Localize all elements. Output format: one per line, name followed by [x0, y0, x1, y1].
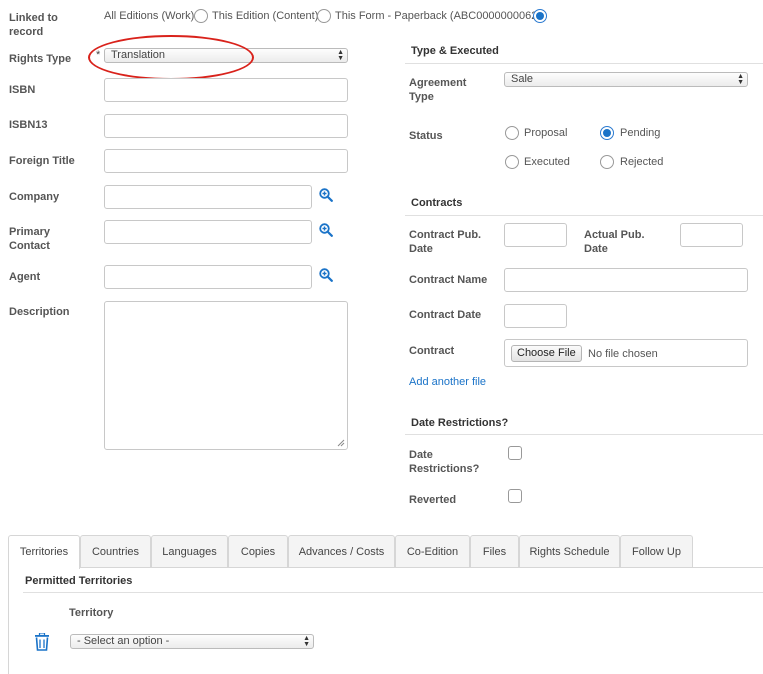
- tab-languages[interactable]: Languages: [151, 535, 228, 568]
- territory-select-value: - Select an option -: [77, 635, 170, 647]
- tab-files[interactable]: Files: [470, 535, 519, 568]
- status-rejected-label: Rejected: [620, 156, 664, 168]
- company-input[interactable]: [104, 185, 312, 209]
- isbn13-input[interactable]: [104, 114, 348, 138]
- rights-type-label: Rights Type: [9, 53, 72, 65]
- description-label: Description: [9, 306, 70, 318]
- select-arrows-icon: ▲ ▼: [303, 635, 310, 648]
- isbn-input[interactable]: [104, 78, 348, 102]
- contract-date-input[interactable]: [504, 304, 567, 328]
- status-executed-label: Executed: [524, 156, 570, 168]
- divider: [405, 215, 763, 216]
- tab-co-edition[interactable]: Co-Edition: [395, 535, 470, 568]
- primary-contact-lookup-icon[interactable]: [319, 223, 333, 237]
- date-restrictions-heading: Date Restrictions?: [411, 417, 509, 429]
- choose-file-button[interactable]: Choose File: [511, 345, 582, 362]
- isbn-label: ISBN: [9, 84, 36, 96]
- agreement-type-select[interactable]: Sale ▲ ▼: [504, 72, 748, 87]
- agreement-type-select-value: Sale: [511, 73, 534, 85]
- linked-option-this-form-radio[interactable]: [533, 9, 547, 23]
- linked-option-this-form-label: This Form - Paperback (ABC0000000062): [335, 10, 542, 22]
- tab-territories[interactable]: Territories: [8, 535, 80, 569]
- contract-pub-date-input[interactable]: [504, 223, 567, 247]
- contract-pub-date-label: Contract Pub. Date: [409, 229, 482, 255]
- status-rejected-radio[interactable]: [600, 155, 614, 169]
- contract-file-input[interactable]: Choose File No file chosen: [504, 339, 748, 367]
- agreement-type-label: Agreement Type: [409, 77, 467, 103]
- no-file-text: No file chosen: [588, 348, 658, 360]
- linked-option-this-edition-radio[interactable]: [317, 9, 331, 23]
- company-label: Company: [9, 191, 60, 203]
- annotation-ellipse: [88, 35, 254, 80]
- linked-option-all-editions-label: All Editions (Work): [104, 10, 195, 22]
- primary-contact-label: Primary Contact: [9, 226, 50, 252]
- date-restrictions-checkbox[interactable]: [508, 446, 522, 460]
- contract-name-input[interactable]: [504, 268, 748, 292]
- divider: [405, 434, 763, 435]
- contract-date-label: Contract Date: [409, 309, 482, 321]
- foreign-title-label: Foreign Title: [9, 155, 75, 167]
- agent-label: Agent: [9, 271, 41, 283]
- reverted-label: Reverted: [409, 494, 457, 506]
- permitted-territories-heading: Permitted Territories: [25, 575, 133, 587]
- date-restrictions-label: Date Restrictions?: [409, 449, 480, 475]
- status-proposal-radio[interactable]: [505, 126, 519, 140]
- reverted-checkbox[interactable]: [508, 489, 522, 503]
- company-lookup-icon[interactable]: [319, 188, 333, 202]
- tab-advances-costs[interactable]: Advances / Costs: [288, 535, 395, 568]
- status-pending-radio[interactable]: [600, 126, 614, 140]
- linked-option-this-edition-label: This Edition (Content): [212, 10, 319, 22]
- primary-contact-input[interactable]: [104, 220, 312, 244]
- tab-copies[interactable]: Copies: [228, 535, 288, 568]
- linked-option-all-editions-radio[interactable]: [194, 9, 208, 23]
- agent-lookup-icon[interactable]: [319, 268, 333, 282]
- select-arrows-icon: ▲ ▼: [737, 73, 744, 86]
- tab-follow-up[interactable]: Follow Up: [620, 535, 693, 568]
- isbn13-label: ISBN13: [9, 119, 48, 131]
- actual-pub-date-label: Actual Pub. Date: [584, 229, 645, 255]
- status-executed-radio[interactable]: [505, 155, 519, 169]
- add-another-file-link[interactable]: Add another file: [409, 376, 486, 388]
- contract-label: Contract: [409, 345, 455, 357]
- status-label: Status: [409, 130, 443, 142]
- agent-input[interactable]: [104, 265, 312, 289]
- status-proposal-label: Proposal: [524, 127, 568, 139]
- divider: [405, 63, 763, 64]
- select-arrows-icon: ▲ ▼: [337, 49, 344, 62]
- trash-icon[interactable]: [34, 633, 50, 651]
- territory-select[interactable]: - Select an option - ▲ ▼: [70, 634, 314, 649]
- linked-to-record-label: Linked to record: [9, 12, 58, 38]
- description-textarea[interactable]: [104, 301, 348, 450]
- divider: [23, 592, 763, 593]
- territory-column-header: Territory: [69, 607, 114, 619]
- type-executed-heading: Type & Executed: [411, 45, 499, 57]
- status-pending-label: Pending: [620, 127, 661, 139]
- actual-pub-date-input[interactable]: [680, 223, 743, 247]
- tab-countries[interactable]: Countries: [80, 535, 151, 568]
- tab-rights-schedule[interactable]: Rights Schedule: [519, 535, 620, 568]
- resize-handle-icon[interactable]: [337, 439, 345, 447]
- foreign-title-input[interactable]: [104, 149, 348, 173]
- territories-panel: Permitted Territories Territory - Select…: [8, 567, 763, 674]
- contract-name-label: Contract Name: [409, 274, 488, 286]
- contracts-heading: Contracts: [411, 197, 463, 209]
